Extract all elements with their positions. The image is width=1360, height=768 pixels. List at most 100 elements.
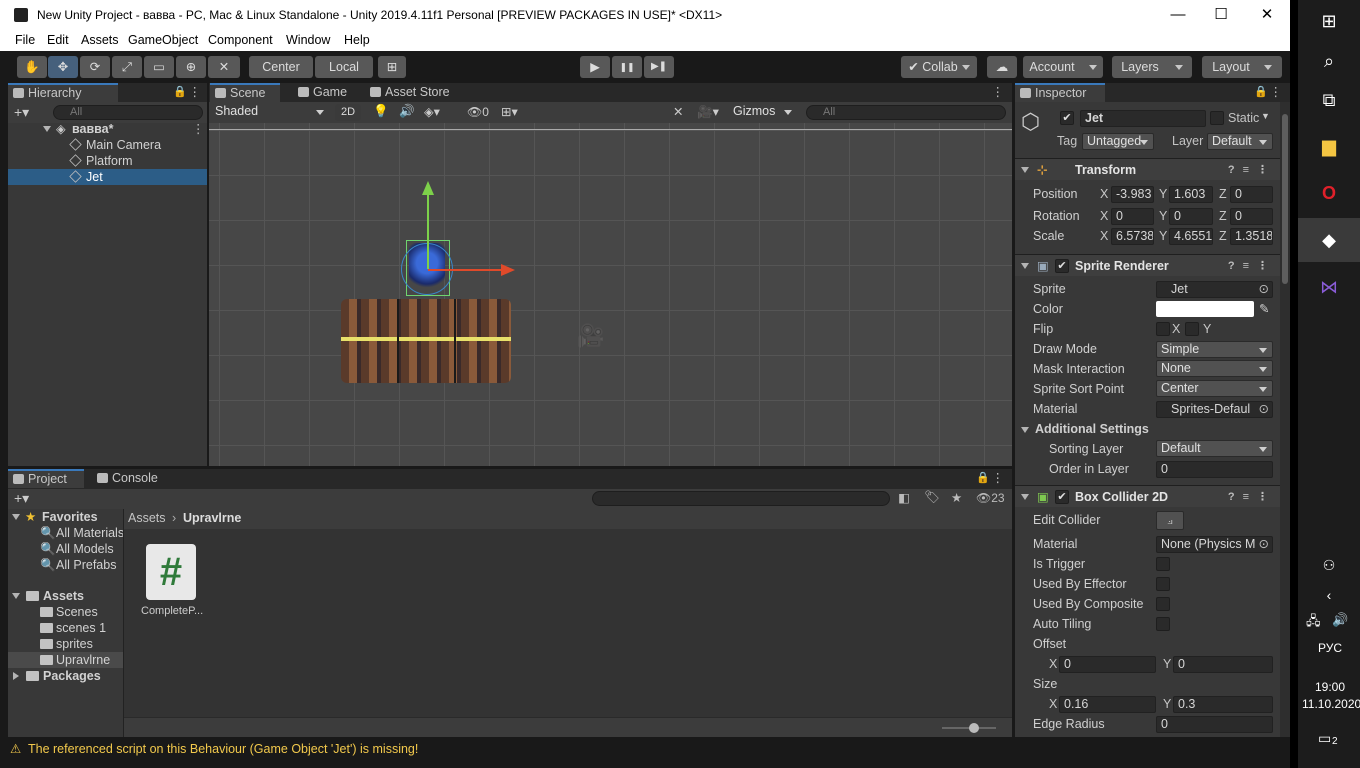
position-x-field[interactable]: -3.983	[1111, 186, 1154, 203]
favorites-row[interactable]: ★ Favorites	[8, 509, 123, 525]
favorite-item[interactable]: 🔍 All Models	[8, 541, 123, 557]
eyedropper-icon[interactable]: ✎	[1259, 301, 1269, 316]
scale-x-field[interactable]: 6.5738	[1111, 228, 1154, 245]
project-search-input[interactable]	[592, 491, 890, 506]
tab-game[interactable]: Game	[293, 83, 359, 102]
packages-row[interactable]: Packages	[8, 668, 123, 684]
lock-icon[interactable]: 🔒	[173, 85, 187, 98]
unity-taskbar-item[interactable]: ◆	[1298, 218, 1360, 262]
rotation-y-field[interactable]: 0	[1169, 208, 1213, 225]
favorite-star-icon[interactable]: ★	[951, 490, 962, 505]
camera-icon[interactable]: 🎥▾	[697, 104, 719, 120]
scene-menu-icon[interactable]: ⋮	[192, 121, 205, 137]
static-checkbox[interactable]	[1210, 111, 1224, 125]
panel-menu-icon[interactable]: ⋮	[189, 84, 202, 99]
account-dropdown[interactable]: Account	[1023, 56, 1103, 78]
sorting-layer-dropdown[interactable]: Default	[1156, 440, 1273, 457]
scale-z-field[interactable]: 1.3518	[1230, 228, 1273, 245]
play-button[interactable]: ▶	[580, 56, 610, 78]
additional-settings-label[interactable]: Additional Settings	[1035, 419, 1149, 439]
lighting-icon[interactable]: 💡	[373, 104, 389, 119]
grid-icon[interactable]: ⊞▾	[501, 104, 518, 119]
pivot-center-button[interactable]: Center	[249, 56, 313, 78]
clock-time[interactable]: 19:00	[1315, 680, 1345, 694]
hidden-objects-toggle[interactable]: 👁0	[467, 105, 489, 119]
panel-menu-icon[interactable]: ⋮	[992, 470, 1005, 485]
hierarchy-item-platform[interactable]: Platform	[8, 153, 207, 169]
static-label[interactable]: Static	[1228, 111, 1259, 125]
tools-icon[interactable]: ✕	[673, 104, 683, 119]
filter-label-icon[interactable]: 🏷	[924, 490, 940, 505]
opera-icon[interactable]: O	[1316, 180, 1342, 206]
volume-icon[interactable]: 🔊	[1332, 612, 1348, 628]
scene-row[interactable]: ◈ вавва* ⋮	[8, 121, 207, 137]
offset-y-field[interactable]: 0	[1173, 656, 1273, 673]
box-collider-enabled-checkbox[interactable]: ✔	[1055, 490, 1069, 504]
create-plus-button[interactable]: +▾	[14, 490, 29, 507]
language-indicator[interactable]: РУС	[1318, 641, 1342, 655]
effects-icon[interactable]: ◈▾	[424, 104, 440, 119]
draw-mode-dropdown[interactable]: Simple	[1156, 341, 1273, 358]
people-icon[interactable]: ⚇	[1316, 552, 1342, 578]
platform-sprite[interactable]	[341, 299, 511, 383]
task-view-icon[interactable]: ⧉	[1316, 87, 1342, 113]
edit-collider-button[interactable]: ⟓	[1156, 511, 1184, 530]
position-z-field[interactable]: 0	[1230, 186, 1273, 203]
folder-item[interactable]: scenes 1	[8, 620, 123, 636]
is-trigger-checkbox[interactable]	[1156, 557, 1170, 571]
auto-tiling-checkbox[interactable]	[1156, 617, 1170, 631]
additional-settings-foldout[interactable]	[1021, 427, 1029, 433]
scene-viewport[interactable]: 🎥	[209, 123, 1012, 466]
position-y-field[interactable]: 1.603	[1169, 186, 1213, 203]
windows-start-icon[interactable]: ⊞	[1316, 8, 1342, 34]
object-picker-icon[interactable]: ⊙	[1258, 537, 1269, 552]
tab-hierarchy[interactable]: Hierarchy	[8, 83, 118, 102]
2d-toggle-button[interactable]: 2D	[335, 104, 361, 121]
lock-icon[interactable]: 🔒	[1254, 85, 1268, 98]
hierarchy-search-input[interactable]: All	[53, 105, 203, 120]
file-explorer-icon[interactable]: ▆	[1316, 133, 1342, 159]
x-axis-handle[interactable]	[428, 269, 504, 271]
sprite-object-field[interactable]: Jet ⊙	[1156, 281, 1273, 298]
maximize-button[interactable]: ☐	[1198, 0, 1244, 30]
material-object-field[interactable]: Sprites-Defaul ⊙	[1156, 401, 1273, 418]
menu-help[interactable]: Help	[344, 33, 370, 47]
tab-asset-store[interactable]: Asset Store	[365, 83, 470, 102]
menu-file[interactable]: File	[15, 33, 35, 47]
sort-point-dropdown[interactable]: Center	[1156, 380, 1273, 397]
layers-dropdown[interactable]: Layers	[1112, 56, 1192, 78]
audio-icon[interactable]: 🔊	[399, 104, 415, 119]
favorite-item[interactable]: 🔍 All Materials	[8, 525, 124, 541]
chevron-left-icon[interactable]: ‹	[1316, 582, 1342, 608]
pivot-local-button[interactable]: Local	[315, 56, 373, 78]
layout-dropdown[interactable]: Layout	[1202, 56, 1282, 78]
mask-interaction-dropdown[interactable]: None	[1156, 360, 1273, 377]
menu-component[interactable]: Component	[208, 33, 273, 47]
size-y-field[interactable]: 0.3	[1173, 696, 1273, 713]
lock-icon[interactable]: 🔒	[976, 471, 990, 484]
panel-menu-icon[interactable]: ⋮	[1270, 84, 1283, 99]
visual-studio-icon[interactable]: ⋈	[1316, 274, 1342, 300]
rotation-x-field[interactable]: 0	[1111, 208, 1154, 225]
move-tool-button[interactable]: ✥	[48, 56, 78, 78]
static-dropdown-icon[interactable]: ▼	[1261, 111, 1270, 121]
folder-item[interactable]: Scenes	[8, 604, 123, 620]
scale-tool-button[interactable]: ⤢	[112, 56, 142, 78]
transform-header[interactable]: ⊹ Transform ?≡⋮	[1015, 158, 1280, 180]
used-by-composite-checkbox[interactable]	[1156, 597, 1170, 611]
component-header-icons[interactable]: ?≡⋮	[1228, 159, 1276, 181]
csharp-script-icon[interactable]: #	[146, 544, 196, 600]
assets-row[interactable]: Assets	[8, 588, 123, 604]
grid-snap-button[interactable]: ⊞	[378, 56, 406, 78]
inspector-scrollbar[interactable]	[1280, 102, 1290, 737]
custom-tool-button[interactable]: ✕	[208, 56, 240, 78]
flip-y-checkbox[interactable]	[1185, 322, 1199, 336]
status-bar[interactable]: ⚠ The referenced script on this Behaviou…	[0, 739, 1290, 760]
y-axis-handle[interactable]	[427, 191, 429, 269]
offset-x-field[interactable]: 0	[1059, 656, 1156, 673]
network-icon[interactable]: 🖧	[1306, 612, 1321, 634]
order-in-layer-field[interactable]: 0	[1156, 461, 1273, 478]
collab-button[interactable]: ✔ Collab	[901, 56, 977, 78]
camera-gizmo-icon[interactable]: 🎥	[577, 323, 604, 349]
create-plus-button[interactable]: +▾	[14, 104, 29, 121]
